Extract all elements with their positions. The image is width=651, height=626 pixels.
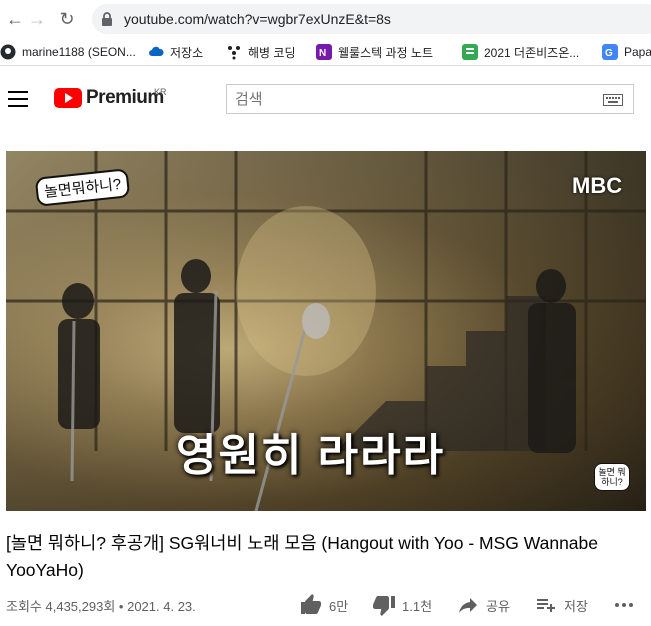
svg-text:N: N — [319, 48, 326, 59]
keyboard-icon[interactable] — [603, 94, 623, 106]
view-info: 조회수 4,435,293회 • 2021. 4. 23. — [6, 596, 196, 615]
thumbs-up-icon — [301, 594, 321, 614]
bookmark-onenote[interactable]: N 웰룰스텍 과정 노트 — [316, 43, 433, 61]
share-button[interactable]: 공유 — [456, 593, 510, 617]
youtube-header: Premium KR — [0, 66, 651, 128]
youtube-logo[interactable]: Premium — [54, 87, 164, 109]
form-icon — [462, 44, 478, 60]
dislike-count: 1.1천 — [402, 598, 433, 614]
brand-text: Premium — [86, 87, 164, 108]
bookmark-form[interactable]: 2021 더존비즈온... — [462, 43, 579, 61]
video-title: [놀면 뭐하니? 후공개] SG워너비 노래 모음 (Hangout with … — [6, 533, 599, 580]
cloud-icon — [149, 46, 164, 56]
save-button[interactable]: 저장 — [534, 593, 588, 617]
separator-dot: • — [118, 599, 128, 614]
bookmark-github[interactable]: marine1188 (SEON... — [0, 43, 136, 61]
thumbs-down-icon — [373, 596, 395, 616]
search-box[interactable] — [226, 84, 634, 114]
video-player[interactable]: 놀면뭐하니? MBC 영원히 라라라 놀면 뭐하니? — [6, 151, 646, 511]
like-count: 6만 — [329, 598, 349, 614]
corner-logo: 놀면 뭐하니? — [594, 463, 630, 491]
upload-date: 2021. 4. 23. — [127, 599, 196, 614]
view-count: 조회수 4,435,293회 — [6, 599, 116, 614]
menu-icon[interactable] — [8, 91, 28, 107]
onenote-icon: N — [316, 44, 332, 60]
share-label: 공유 — [486, 598, 510, 614]
app-icon — [228, 46, 240, 60]
save-label: 저장 — [564, 598, 588, 614]
bookmarks-bar: marine1188 (SEON... 저장소 해병 코딩 N 웰룰스텍 과정 … — [0, 38, 651, 66]
svg-text:G: G — [605, 48, 613, 59]
url-text: youtube.com/watch?v=wgbr7exUnzE&t=8s — [124, 11, 391, 27]
bookmark-coding[interactable]: 해병 코딩 — [226, 43, 296, 61]
video-meta: 조회수 4,435,293회 • 2021. 4. 23. 6만 1.1천 공유… — [6, 593, 651, 617]
bookmark-storage[interactable]: 저장소 — [148, 43, 203, 61]
address-bar[interactable]: youtube.com/watch?v=wgbr7exUnzE&t=8s — [92, 4, 651, 34]
channel-logo: MBC — [572, 173, 623, 198]
play-logo-icon — [54, 88, 82, 108]
reload-icon[interactable]: ↻ — [56, 8, 78, 30]
dislike-button[interactable]: 1.1천 — [372, 593, 432, 617]
back-icon[interactable]: ← — [4, 8, 26, 30]
video-caption: 영원히 라라라 — [176, 431, 446, 480]
playlist-add-icon — [537, 599, 555, 612]
translate-icon: G — [602, 44, 618, 60]
github-icon — [0, 44, 16, 60]
like-button[interactable]: 6만 — [299, 593, 348, 617]
region-label: KR — [154, 87, 167, 97]
lock-icon — [102, 12, 112, 26]
search-input[interactable] — [235, 91, 575, 108]
browser-toolbar: ← → ↻ youtube.com/watch?v=wgbr7exUnzE&t=… — [0, 0, 651, 38]
forward-icon[interactable]: → — [26, 8, 48, 30]
more-actions-icon[interactable] — [615, 603, 633, 607]
share-icon — [459, 598, 477, 613]
bookmark-papago[interactable]: G Papa — [602, 43, 651, 61]
